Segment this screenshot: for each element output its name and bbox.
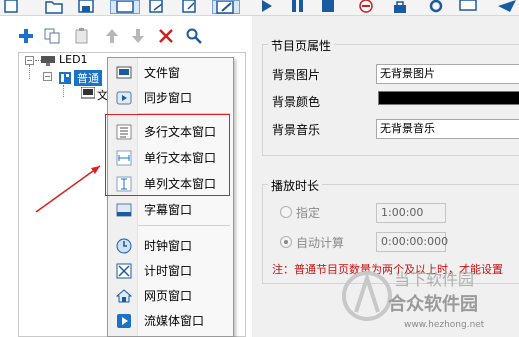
duration-title: 播放时长 (268, 177, 323, 194)
window-icon (80, 86, 96, 99)
menu-item-label: 同步窗口 (144, 91, 193, 105)
bg-music-select[interactable]: 无背景音乐 (376, 119, 519, 139)
pause-icon[interactable] (288, 0, 308, 14)
bg-music-value: 无背景音乐 (380, 122, 435, 135)
export-icon[interactable] (180, 0, 200, 14)
minus-circle-icon[interactable] (356, 0, 376, 14)
copy-window-icon[interactable] (146, 0, 166, 14)
settings-icon[interactable] (426, 0, 446, 14)
duration-note: 注：普通节目页数量为两个及以上时，才能设置 (272, 263, 503, 276)
new-icon[interactable] (2, 0, 22, 14)
collapse-toggle[interactable]: − (25, 56, 34, 65)
menu-item-webpage[interactable]: 网页窗口 (108, 284, 233, 308)
paste-icon[interactable] (74, 28, 90, 44)
menu-item-file-window[interactable]: 文件窗 (108, 61, 233, 85)
copy-icon[interactable] (44, 28, 60, 44)
menu-separator (138, 225, 230, 226)
screen-icon[interactable] (110, 0, 140, 14)
move-up-icon[interactable] (104, 28, 120, 44)
move-down-icon[interactable] (130, 28, 146, 44)
edit-icon[interactable] (212, 0, 240, 14)
lock-icon[interactable] (390, 0, 410, 14)
open-icon[interactable] (44, 0, 64, 14)
menu-item-label: 流媒体窗口 (144, 314, 205, 328)
webpage-icon (115, 288, 133, 304)
add-window-menu: 文件窗 同步窗口 多行文本窗口 单行文本窗口 单列文本窗口 字幕窗口 时钟窗口 … (107, 57, 234, 337)
bg-color-label: 背景颜色 (272, 95, 321, 109)
stop-icon[interactable] (318, 0, 338, 14)
file-window-icon (116, 65, 132, 81)
send-icon[interactable] (496, 0, 516, 14)
main-toolbar (0, 0, 519, 16)
tree-connector (63, 85, 64, 97)
tree-item-led1[interactable]: LED1 (59, 53, 88, 66)
menu-item-sync-window[interactable]: 同步窗口 (108, 86, 233, 110)
sync-window-icon (116, 90, 132, 106)
collapse-toggle[interactable]: − (43, 72, 52, 81)
menu-item-timer[interactable]: 计时窗口 (108, 259, 233, 283)
annotation-arrow (35, 165, 101, 213)
menu-item-label: 网页窗口 (144, 289, 193, 303)
bg-color-swatch[interactable] (378, 91, 519, 105)
delete-icon[interactable] (158, 28, 174, 44)
display-icon[interactable] (458, 0, 478, 14)
auto-duration-field[interactable]: 0:00:00:000 (376, 232, 449, 252)
bg-image-label: 背景图片 (272, 68, 321, 82)
menu-item-clock[interactable]: 时钟窗口 (108, 234, 233, 258)
specified-label: 指定 (296, 206, 321, 220)
bg-image-select[interactable]: 无背景图片 (376, 64, 519, 84)
auto-calc-radio[interactable] (280, 236, 292, 248)
specified-duration-field[interactable]: 1:00:00 (376, 203, 446, 223)
auto-duration-value: 0:00:00:000 (381, 235, 449, 248)
menu-item-streaming[interactable]: 流媒体窗口 (108, 309, 233, 333)
menu-item-label: 计时窗口 (144, 264, 193, 278)
play-icon[interactable] (258, 0, 278, 14)
auto-calc-label: 自动计算 (296, 236, 345, 250)
page-properties-title: 节目页属性 (268, 37, 335, 54)
streaming-icon (116, 313, 132, 329)
menu-item-subtitle[interactable]: 字幕窗口 (108, 198, 233, 222)
specified-duration-value: 1:00:00 (381, 206, 424, 219)
menu-item-label: 字幕窗口 (144, 203, 193, 217)
tree-item-program[interactable]: 普通 (74, 70, 102, 86)
subtitle-icon (116, 202, 132, 218)
clock-icon (116, 238, 132, 254)
highlight-box (105, 114, 230, 196)
add-icon[interactable] (18, 28, 34, 44)
bg-image-value: 无背景图片 (380, 67, 435, 80)
led-screen-icon (41, 55, 55, 66)
specified-radio[interactable] (280, 206, 292, 218)
tree-connector (29, 65, 30, 79)
bg-music-label: 背景音乐 (272, 123, 321, 137)
menu-item-label: 时钟窗口 (144, 239, 193, 253)
program-icon (59, 72, 71, 84)
save-icon[interactable] (76, 0, 96, 14)
timer-icon (116, 263, 132, 279)
menu-item-label: 文件窗 (144, 66, 181, 80)
search-icon[interactable] (186, 28, 202, 44)
